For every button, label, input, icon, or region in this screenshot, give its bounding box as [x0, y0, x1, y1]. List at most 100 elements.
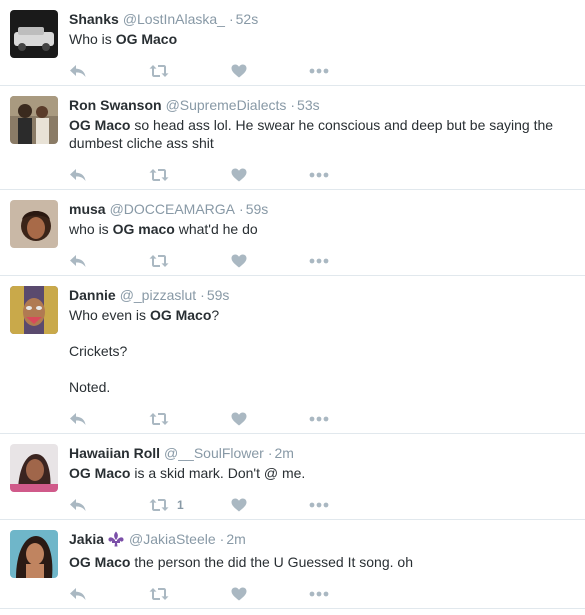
- reply-icon: [70, 65, 86, 77]
- avatar[interactable]: [10, 10, 58, 58]
- reply-button[interactable]: [69, 409, 87, 429]
- reply-button[interactable]: [69, 251, 87, 271]
- tweet-paragraph: Who is OG Maco: [69, 30, 573, 48]
- heart-icon: [231, 64, 247, 78]
- tweet-timestamp[interactable]: 53s: [297, 97, 320, 113]
- retweet-icon: [149, 413, 169, 425]
- tweet-actions: [69, 247, 573, 275]
- heart-icon: [231, 254, 247, 268]
- tweet-actions: [69, 405, 573, 433]
- search-highlight: OG Maco: [69, 465, 131, 481]
- retweet-icon: [149, 65, 169, 77]
- like-button[interactable]: [231, 251, 247, 271]
- tweet-timestamp[interactable]: 59s: [246, 201, 269, 217]
- tweet-timestamp[interactable]: 2m: [226, 531, 245, 547]
- reply-button[interactable]: [69, 61, 87, 81]
- avatar[interactable]: [10, 96, 58, 144]
- reply-icon: [70, 255, 86, 267]
- timeline: Shanks @LostInAlaska_ · 52s Who is OG Maco …: [0, 0, 585, 609]
- avatar[interactable]: [10, 286, 58, 334]
- separator: ·: [200, 287, 205, 303]
- like-button[interactable]: [231, 584, 247, 604]
- heart-icon: [231, 498, 247, 512]
- retweet-button[interactable]: [149, 251, 177, 271]
- retweet-icon: [149, 499, 169, 511]
- tweet-item[interactable]: musa @DOCCEAMARGA · 59s who is OG maco what…: [0, 190, 585, 276]
- more-options-button[interactable]: [309, 409, 329, 429]
- search-highlight: OG Maco: [115, 31, 178, 47]
- text-run: is a skid mark. Don't @ me.: [130, 465, 306, 481]
- tweet-actions: [69, 161, 573, 189]
- reply-button[interactable]: [69, 165, 87, 185]
- tweet-item[interactable]: Ron Swanson @SupremeDialects · 53s OG Maco …: [0, 86, 585, 190]
- tweet-header: Dannie @_pizzaslut · 59s: [69, 286, 573, 304]
- user-handle[interactable]: @JakiaSteele: [129, 531, 216, 547]
- search-highlight: OG Maco: [149, 307, 212, 323]
- tweet-actions: 1: [69, 491, 573, 519]
- tweet-paragraph: Crickets?: [69, 342, 573, 360]
- more-dots-icon: [309, 68, 329, 74]
- tweet-timestamp[interactable]: 2m: [275, 445, 294, 461]
- like-button[interactable]: [231, 165, 247, 185]
- retweet-button[interactable]: [149, 165, 177, 185]
- reply-icon: [70, 413, 86, 425]
- retweet-button[interactable]: [149, 584, 177, 604]
- reply-button[interactable]: [69, 495, 87, 515]
- tweet-actions: [69, 580, 573, 608]
- text-run: the person the did the U Guessed It song…: [130, 554, 413, 570]
- tweet-timestamp[interactable]: 52s: [236, 11, 259, 27]
- reply-icon: [70, 588, 86, 600]
- retweet-icon: [149, 588, 169, 600]
- like-button[interactable]: [231, 61, 247, 81]
- tweet-paragraph: who is OG maco what'd he do: [69, 220, 573, 238]
- separator: ·: [228, 11, 234, 27]
- tweet-item[interactable]: Dannie @_pizzaslut · 59s Who even is OG Mac…: [0, 276, 585, 434]
- tweet-text: Who is OG Maco: [69, 30, 573, 48]
- user-handle[interactable]: @DOCCEAMARGA: [110, 201, 235, 217]
- avatar[interactable]: [10, 530, 58, 578]
- search-highlight: OG Maco: [69, 117, 131, 133]
- search-highlight: OG Maco: [69, 554, 131, 570]
- retweet-button[interactable]: [149, 409, 177, 429]
- more-options-button[interactable]: [309, 61, 329, 81]
- user-fullname[interactable]: Hawaiian Roll: [69, 445, 160, 461]
- reply-button[interactable]: [69, 584, 87, 604]
- tweet-text: Who even is OG Maco? Crickets? Noted.: [69, 306, 573, 396]
- more-dots-icon: [309, 172, 329, 178]
- like-button[interactable]: [231, 409, 247, 429]
- avatar[interactable]: [10, 444, 58, 492]
- tweet-header: musa @DOCCEAMARGA · 59s: [69, 200, 573, 218]
- tweet-item[interactable]: Hawaiian Roll @__SoulFlower · 2m OG Maco is…: [0, 434, 585, 520]
- text-run: Noted.: [69, 379, 111, 395]
- more-options-button[interactable]: [309, 165, 329, 185]
- user-handle[interactable]: @SupremeDialects: [166, 97, 287, 113]
- user-fullname[interactable]: Dannie: [69, 287, 116, 303]
- tweet-header: Jakia @JakiaSteele · 2m: [69, 530, 573, 551]
- more-options-button[interactable]: [309, 251, 329, 271]
- tweet-actions: [69, 57, 573, 85]
- user-handle[interactable]: @LostInAlaska_: [123, 11, 225, 27]
- user-handle[interactable]: @__SoulFlower: [164, 445, 264, 461]
- user-handle[interactable]: @_pizzaslut: [120, 287, 196, 303]
- separator: ·: [219, 531, 225, 547]
- tweet-item[interactable]: Jakia @JakiaSteele · 2m OG Maco the person …: [0, 520, 585, 609]
- fleur-de-lis-icon: [107, 531, 125, 551]
- more-options-button[interactable]: [309, 495, 329, 515]
- tweet-timestamp[interactable]: 59s: [207, 287, 230, 303]
- avatar[interactable]: [10, 200, 58, 248]
- user-fullname[interactable]: musa: [69, 201, 106, 217]
- tweet-paragraph: Who even is OG Maco?: [69, 306, 573, 324]
- retweet-button[interactable]: [149, 61, 177, 81]
- user-fullname[interactable]: Ron Swanson: [69, 97, 162, 113]
- retweet-button[interactable]: 1: [149, 495, 184, 515]
- more-options-button[interactable]: [309, 584, 329, 604]
- like-button[interactable]: [231, 495, 247, 515]
- tweet-item[interactable]: Shanks @LostInAlaska_ · 52s Who is OG Maco: [0, 0, 585, 86]
- user-fullname[interactable]: Jakia: [69, 531, 104, 547]
- retweet-count: 1: [177, 498, 184, 512]
- user-fullname[interactable]: Shanks: [69, 11, 119, 27]
- tweet-paragraph: OG Maco so head ass lol. He swear he con…: [69, 116, 573, 152]
- heart-icon: [231, 168, 247, 182]
- tweet-header: Ron Swanson @SupremeDialects · 53s: [69, 96, 573, 114]
- tweet-text: who is OG maco what'd he do: [69, 220, 573, 238]
